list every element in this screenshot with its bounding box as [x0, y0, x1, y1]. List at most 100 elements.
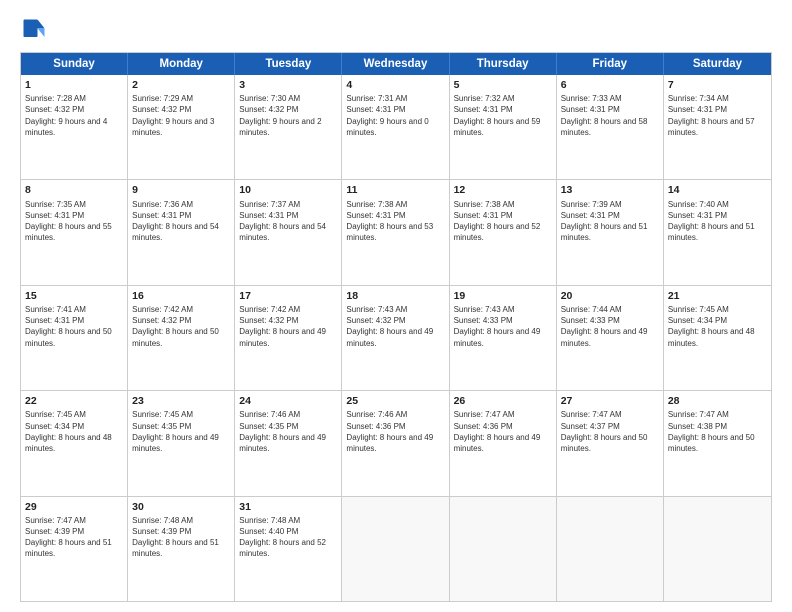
calendar-cell: 21Sunrise: 7:45 AM Sunset: 4:34 PM Dayli… — [664, 286, 771, 390]
day-number: 24 — [239, 394, 337, 408]
cell-text: Sunrise: 7:45 AM Sunset: 4:35 PM Dayligh… — [132, 409, 230, 454]
cell-text: Sunrise: 7:33 AM Sunset: 4:31 PM Dayligh… — [561, 93, 659, 138]
day-number: 23 — [132, 394, 230, 408]
calendar-cell: 23Sunrise: 7:45 AM Sunset: 4:35 PM Dayli… — [128, 391, 235, 495]
cell-text: Sunrise: 7:45 AM Sunset: 4:34 PM Dayligh… — [668, 304, 767, 349]
day-number: 12 — [454, 183, 552, 197]
cell-text: Sunrise: 7:32 AM Sunset: 4:31 PM Dayligh… — [454, 93, 552, 138]
day-number: 18 — [346, 289, 444, 303]
cell-text: Sunrise: 7:34 AM Sunset: 4:31 PM Dayligh… — [668, 93, 767, 138]
calendar-cell: 29Sunrise: 7:47 AM Sunset: 4:39 PM Dayli… — [21, 497, 128, 601]
cell-text: Sunrise: 7:41 AM Sunset: 4:31 PM Dayligh… — [25, 304, 123, 349]
day-number: 7 — [668, 78, 767, 92]
weekday-header: Saturday — [664, 53, 771, 75]
day-number: 22 — [25, 394, 123, 408]
cell-text: Sunrise: 7:38 AM Sunset: 4:31 PM Dayligh… — [454, 199, 552, 244]
calendar-week-row: 29Sunrise: 7:47 AM Sunset: 4:39 PM Dayli… — [21, 496, 771, 601]
calendar-cell: 2Sunrise: 7:29 AM Sunset: 4:32 PM Daylig… — [128, 75, 235, 179]
cell-text: Sunrise: 7:46 AM Sunset: 4:36 PM Dayligh… — [346, 409, 444, 454]
day-number: 29 — [25, 500, 123, 514]
calendar-cell: 25Sunrise: 7:46 AM Sunset: 4:36 PM Dayli… — [342, 391, 449, 495]
calendar-week-row: 22Sunrise: 7:45 AM Sunset: 4:34 PM Dayli… — [21, 390, 771, 495]
day-number: 28 — [668, 394, 767, 408]
day-number: 14 — [668, 183, 767, 197]
cell-text: Sunrise: 7:29 AM Sunset: 4:32 PM Dayligh… — [132, 93, 230, 138]
calendar-week-row: 1Sunrise: 7:28 AM Sunset: 4:32 PM Daylig… — [21, 75, 771, 179]
calendar-body: 1Sunrise: 7:28 AM Sunset: 4:32 PM Daylig… — [21, 75, 771, 601]
cell-text: Sunrise: 7:46 AM Sunset: 4:35 PM Dayligh… — [239, 409, 337, 454]
calendar-cell: 1Sunrise: 7:28 AM Sunset: 4:32 PM Daylig… — [21, 75, 128, 179]
cell-text: Sunrise: 7:35 AM Sunset: 4:31 PM Dayligh… — [25, 199, 123, 244]
weekday-header: Thursday — [450, 53, 557, 75]
calendar: SundayMondayTuesdayWednesdayThursdayFrid… — [20, 52, 772, 602]
cell-text: Sunrise: 7:30 AM Sunset: 4:32 PM Dayligh… — [239, 93, 337, 138]
day-number: 8 — [25, 183, 123, 197]
weekday-header: Friday — [557, 53, 664, 75]
calendar-cell: 10 Sunrise: 7:37 AM Sunset: 4:31 PM Dayli… — [235, 180, 342, 284]
cell-text: Sunrise: 7:28 AM Sunset: 4:32 PM Dayligh… — [25, 93, 123, 138]
calendar-cell: 22Sunrise: 7:45 AM Sunset: 4:34 PM Dayli… — [21, 391, 128, 495]
calendar-cell: 8 Sunrise: 7:35 AM Sunset: 4:31 PM Daylig… — [21, 180, 128, 284]
calendar-cell: 24Sunrise: 7:46 AM Sunset: 4:35 PM Dayli… — [235, 391, 342, 495]
cell-text: Sunrise: 7:40 AM Sunset: 4:31 PM Dayligh… — [668, 199, 767, 244]
day-number: 13 — [561, 183, 659, 197]
calendar-cell — [450, 497, 557, 601]
cell-text: Sunrise: 7:44 AM Sunset: 4:33 PM Dayligh… — [561, 304, 659, 349]
calendar-cell — [342, 497, 449, 601]
calendar-cell: 14 Sunrise: 7:40 AM Sunset: 4:31 PM Dayli… — [664, 180, 771, 284]
day-number: 21 — [668, 289, 767, 303]
calendar-cell: 28Sunrise: 7:47 AM Sunset: 4:38 PM Dayli… — [664, 391, 771, 495]
cell-text: Sunrise: 7:48 AM Sunset: 4:39 PM Dayligh… — [132, 515, 230, 560]
calendar-cell: 5Sunrise: 7:32 AM Sunset: 4:31 PM Daylig… — [450, 75, 557, 179]
weekday-header: Wednesday — [342, 53, 449, 75]
calendar-cell: 20Sunrise: 7:44 AM Sunset: 4:33 PM Dayli… — [557, 286, 664, 390]
cell-text: Sunrise: 7:38 AM Sunset: 4:31 PM Dayligh… — [346, 199, 444, 244]
cell-text: Sunrise: 7:47 AM Sunset: 4:36 PM Dayligh… — [454, 409, 552, 454]
calendar-cell: 9Sunrise: 7:36 AM Sunset: 4:31 PM Daylig… — [128, 180, 235, 284]
calendar-week-row: 8 Sunrise: 7:35 AM Sunset: 4:31 PM Daylig… — [21, 179, 771, 284]
calendar-cell: 12 Sunrise: 7:38 AM Sunset: 4:31 PM Dayli… — [450, 180, 557, 284]
cell-text: Sunrise: 7:39 AM Sunset: 4:31 PM Dayligh… — [561, 199, 659, 244]
day-number: 11 — [346, 183, 444, 197]
weekday-header: Tuesday — [235, 53, 342, 75]
cell-text: Sunrise: 7:42 AM Sunset: 4:32 PM Dayligh… — [132, 304, 230, 349]
calendar-cell: 26Sunrise: 7:47 AM Sunset: 4:36 PM Dayli… — [450, 391, 557, 495]
logo-icon — [20, 16, 48, 44]
day-number: 10 — [239, 183, 337, 197]
day-number: 4 — [346, 78, 444, 92]
calendar-cell: 16Sunrise: 7:42 AM Sunset: 4:32 PM Dayli… — [128, 286, 235, 390]
day-number: 5 — [454, 78, 552, 92]
calendar-cell: 19Sunrise: 7:43 AM Sunset: 4:33 PM Dayli… — [450, 286, 557, 390]
day-number: 31 — [239, 500, 337, 514]
cell-text: Sunrise: 7:37 AM Sunset: 4:31 PM Dayligh… — [239, 199, 337, 244]
calendar-header-row: SundayMondayTuesdayWednesdayThursdayFrid… — [21, 53, 771, 75]
day-number: 19 — [454, 289, 552, 303]
calendar-cell: 3Sunrise: 7:30 AM Sunset: 4:32 PM Daylig… — [235, 75, 342, 179]
day-number: 20 — [561, 289, 659, 303]
day-number: 1 — [25, 78, 123, 92]
cell-text: Sunrise: 7:47 AM Sunset: 4:37 PM Dayligh… — [561, 409, 659, 454]
cell-text: Sunrise: 7:45 AM Sunset: 4:34 PM Dayligh… — [25, 409, 123, 454]
cell-text: Sunrise: 7:43 AM Sunset: 4:32 PM Dayligh… — [346, 304, 444, 349]
header — [20, 16, 772, 44]
calendar-cell: 18Sunrise: 7:43 AM Sunset: 4:32 PM Dayli… — [342, 286, 449, 390]
day-number: 3 — [239, 78, 337, 92]
day-number: 27 — [561, 394, 659, 408]
cell-text: Sunrise: 7:31 AM Sunset: 4:31 PM Dayligh… — [346, 93, 444, 138]
cell-text: Sunrise: 7:43 AM Sunset: 4:33 PM Dayligh… — [454, 304, 552, 349]
day-number: 26 — [454, 394, 552, 408]
calendar-cell: 30Sunrise: 7:48 AM Sunset: 4:39 PM Dayli… — [128, 497, 235, 601]
day-number: 16 — [132, 289, 230, 303]
calendar-cell: 7Sunrise: 7:34 AM Sunset: 4:31 PM Daylig… — [664, 75, 771, 179]
day-number: 6 — [561, 78, 659, 92]
day-number: 15 — [25, 289, 123, 303]
day-number: 30 — [132, 500, 230, 514]
day-number: 25 — [346, 394, 444, 408]
calendar-cell: 6Sunrise: 7:33 AM Sunset: 4:31 PM Daylig… — [557, 75, 664, 179]
cell-text: Sunrise: 7:47 AM Sunset: 4:38 PM Dayligh… — [668, 409, 767, 454]
cell-text: Sunrise: 7:36 AM Sunset: 4:31 PM Dayligh… — [132, 199, 230, 244]
page: SundayMondayTuesdayWednesdayThursdayFrid… — [0, 0, 792, 612]
cell-text: Sunrise: 7:47 AM Sunset: 4:39 PM Dayligh… — [25, 515, 123, 560]
calendar-cell: 17Sunrise: 7:42 AM Sunset: 4:32 PM Dayli… — [235, 286, 342, 390]
day-number: 17 — [239, 289, 337, 303]
